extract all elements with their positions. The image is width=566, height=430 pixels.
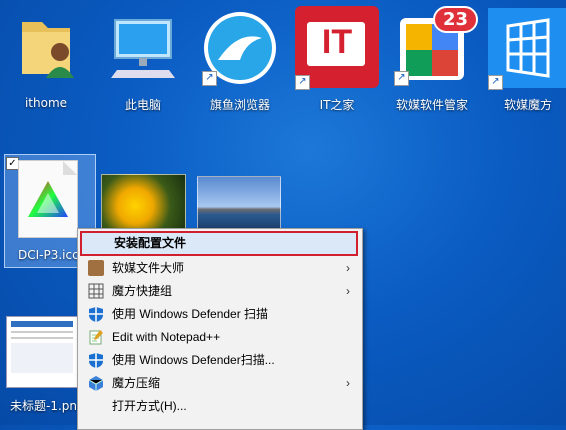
png-file-label: 未标题-1.png: [10, 399, 85, 413]
desktop-icon-label: 软媒魔方: [503, 98, 552, 112]
desktop-icon-browser[interactable]: ↗ 旗鱼浏览器: [194, 0, 286, 112]
desktop-icon-this-pc[interactable]: 此电脑: [97, 0, 189, 112]
submenu-arrow-icon: ›: [346, 284, 350, 298]
desktop-icon-label: 旗鱼浏览器: [209, 98, 270, 112]
desktop-icon-label: 此电脑: [124, 98, 161, 112]
menu-item-file-master[interactable]: 软媒文件大师 ›: [80, 257, 358, 279]
user-folder-icon: [8, 8, 84, 84]
icc-file-icon: [18, 160, 78, 238]
desktop-icon-rubik[interactable]: ↗ 软媒魔方: [482, 0, 566, 112]
shortcut-arrow-icon: ↗: [394, 71, 409, 86]
menu-item-label: 魔方压缩: [112, 376, 161, 390]
menu-item-notepad[interactable]: Edit with Notepad++: [80, 326, 358, 348]
menu-item-open-with[interactable]: 打开方式(H)...: [80, 395, 358, 417]
notification-badge: 23: [432, 6, 478, 33]
menu-item-label: 打开方式(H)...: [112, 399, 187, 413]
desktop-icon-label: IT之家: [319, 98, 355, 112]
desktop-icon-ithome[interactable]: ithome: [0, 0, 92, 110]
swordfish-browser-icon: ↗: [202, 8, 278, 86]
rubik-cube-icon: ↗: [488, 8, 566, 90]
menu-item-label: 使用 Windows Defender扫描...: [112, 353, 275, 367]
menu-item-label: 使用 Windows Defender 扫描: [112, 307, 269, 321]
desktop-icon-label: 软媒软件管家: [395, 98, 468, 112]
menu-item-label: 安装配置文件: [114, 236, 187, 250]
menu-item-label: 软媒文件大师: [112, 261, 185, 275]
shortcut-arrow-icon: ↗: [488, 75, 503, 90]
it-home-icon: IT ↗: [295, 6, 379, 90]
computer-icon: [105, 8, 181, 84]
defender-shield-icon: [88, 306, 104, 322]
submenu-arrow-icon: ›: [346, 261, 350, 275]
menu-item-install-profile[interactable]: 安装配置文件: [80, 231, 358, 256]
desktop-icon-ithome-app[interactable]: IT ↗ IT之家: [291, 0, 383, 112]
shortcut-arrow-icon: ↗: [202, 71, 217, 86]
menu-item-compress[interactable]: 魔方压缩 ›: [80, 372, 358, 394]
submenu-arrow-icon: ›: [346, 376, 350, 390]
desktop-icon-label: ithome: [24, 96, 68, 110]
menu-item-defender-scan[interactable]: 使用 Windows Defender 扫描: [80, 303, 358, 325]
shortcut-arrow-icon: ↗: [295, 75, 310, 90]
it-glyph: IT: [321, 23, 353, 61]
menu-item-label: Edit with Notepad++: [112, 330, 221, 344]
menu-item-defender-scan-2[interactable]: 使用 Windows Defender扫描...: [80, 349, 358, 371]
context-menu: 安装配置文件 软媒文件大师 › 魔方快捷组 › 使用 Windows Defen…: [77, 228, 363, 430]
software-manager-icon: 23 ↗: [394, 6, 478, 86]
notepad-plus-icon: [88, 329, 104, 345]
desktop-icon-software-manager[interactable]: 23 ↗ 软媒软件管家: [386, 0, 478, 112]
compress-icon: [88, 375, 104, 391]
grid-icon: [88, 283, 104, 299]
city-photo-thumbnail[interactable]: [197, 176, 281, 232]
flower-photo-thumbnail[interactable]: [101, 174, 186, 232]
menu-item-quick-group[interactable]: 魔方快捷组 ›: [80, 280, 358, 302]
png-file-thumbnail[interactable]: [6, 316, 78, 388]
file-master-icon: [88, 260, 104, 276]
defender-shield-icon: [88, 352, 104, 368]
menu-item-label: 魔方快捷组: [112, 284, 173, 298]
selected-file-label: DCI-P3.icc: [18, 248, 79, 262]
